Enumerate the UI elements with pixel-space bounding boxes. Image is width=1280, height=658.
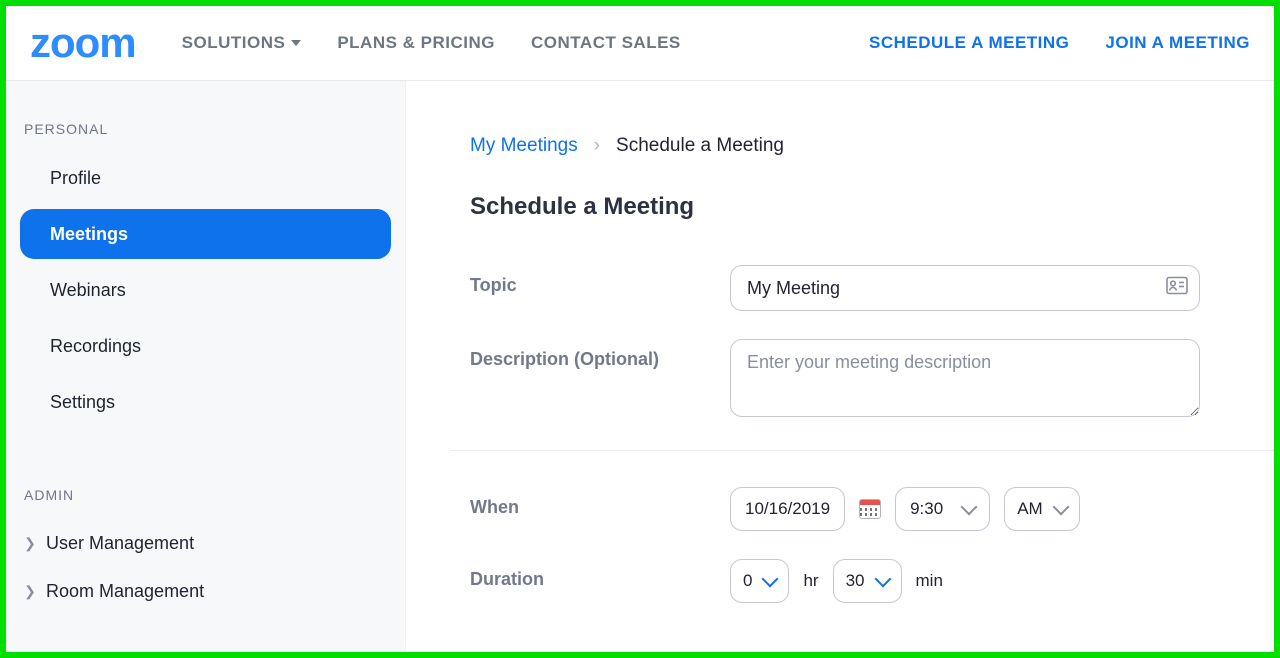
label-when: When [470,487,730,518]
label-topic: Topic [470,265,730,296]
sidebar-item-meetings[interactable]: Meetings [20,209,391,259]
date-value: 10/16/2019 [745,499,830,519]
chevron-right-icon: › [594,135,600,157]
calendar-icon[interactable] [859,499,881,519]
contact-card-icon[interactable] [1166,277,1188,300]
date-picker[interactable]: 10/16/2019 [730,487,845,531]
ampm-select[interactable]: AM [1004,487,1080,531]
form-row-when: When 10/16/2019 9:30 AM [470,487,1274,531]
caret-down-icon [291,40,301,46]
nav-plans-pricing[interactable]: PLANS & PRICING [337,33,495,53]
link-join-meeting[interactable]: JOIN A MEETING [1105,33,1250,53]
chevron-down-icon [961,499,978,516]
sidebar-heading-admin: ADMIN [24,487,391,503]
duration-hours-value: 0 [743,571,752,591]
sidebar-item-room-management[interactable]: ❯ Room Management [20,567,391,615]
nav-solutions[interactable]: SOLUTIONS [182,33,302,53]
duration-minutes-value: 30 [846,571,865,591]
sidebar-item-label: Room Management [46,581,204,602]
sidebar-item-user-management[interactable]: ❯ User Management [20,519,391,567]
sidebar: PERSONAL Profile Meetings Webinars Recor… [6,81,406,652]
topic-input[interactable] [730,265,1200,311]
chevron-down-icon [762,571,779,588]
breadcrumb-parent[interactable]: My Meetings [470,135,578,157]
sidebar-item-label: User Management [46,533,194,554]
breadcrumb: My Meetings › Schedule a Meeting [470,135,1274,157]
duration-hours-select[interactable]: 0 [730,559,789,603]
top-nav: zoom SOLUTIONS PLANS & PRICING CONTACT S… [6,6,1274,81]
zoom-logo[interactable]: zoom [30,22,136,64]
form-row-description: Description (Optional) [470,339,1274,422]
breadcrumb-current: Schedule a Meeting [616,135,784,157]
main-content: My Meetings › Schedule a Meeting Schedul… [406,81,1274,652]
time-value: 9:30 [910,499,943,519]
time-select[interactable]: 9:30 [895,487,990,531]
hours-unit: hr [803,571,818,591]
form-row-topic: Topic [470,265,1274,311]
nav-solutions-label: SOLUTIONS [182,33,286,53]
page-title: Schedule a Meeting [470,193,1274,221]
sidebar-item-webinars[interactable]: Webinars [20,265,391,315]
chevron-right-icon: ❯ [24,535,36,552]
link-schedule-meeting[interactable]: SCHEDULE A MEETING [869,33,1069,53]
description-textarea[interactable] [730,339,1200,417]
label-duration: Duration [470,559,730,590]
form-row-duration: Duration 0 hr 30 min [470,559,1274,603]
sidebar-item-recordings[interactable]: Recordings [20,321,391,371]
minutes-unit: min [916,571,943,591]
ampm-value: AM [1017,499,1043,519]
label-description: Description (Optional) [470,339,730,370]
nav-contact-sales[interactable]: CONTACT SALES [531,33,681,53]
section-divider [450,450,1274,451]
chevron-down-icon [874,571,891,588]
duration-minutes-select[interactable]: 30 [833,559,902,603]
sidebar-item-settings[interactable]: Settings [20,377,391,427]
sidebar-item-profile[interactable]: Profile [20,153,391,203]
chevron-right-icon: ❯ [24,583,36,600]
chevron-down-icon [1052,499,1069,516]
sidebar-heading-personal: PERSONAL [24,121,391,137]
